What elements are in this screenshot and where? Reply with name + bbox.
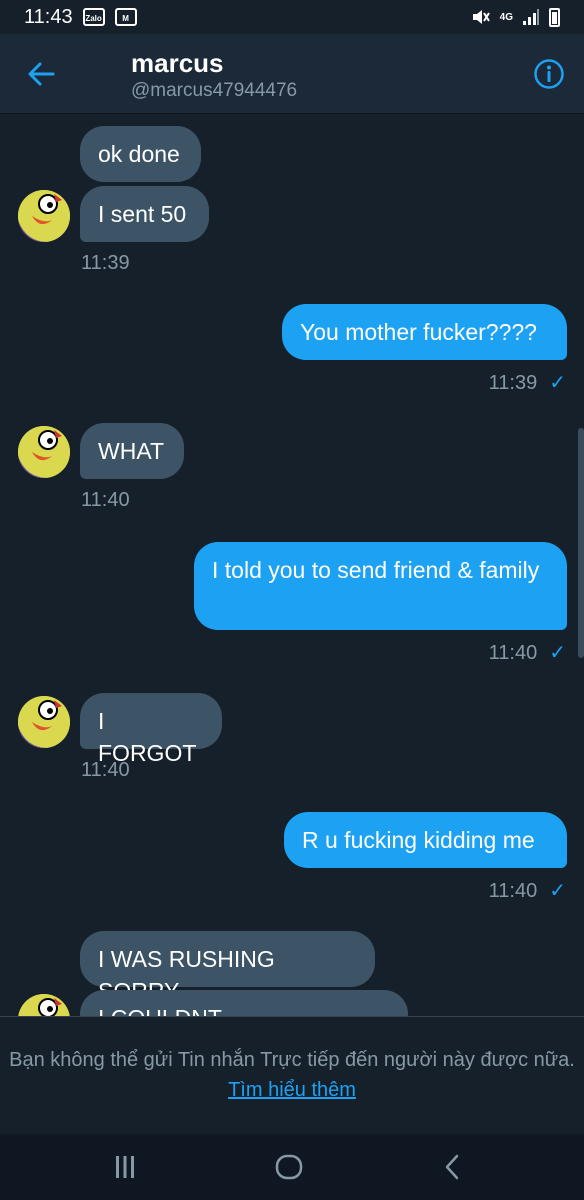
message-text: R u fucking kidding me bbox=[302, 827, 535, 853]
message-timestamp-row: 11:40 ✓ bbox=[489, 640, 566, 665]
network-type: 4G bbox=[499, 11, 513, 23]
avatar[interactable] bbox=[18, 190, 70, 242]
gmail-icon: M bbox=[114, 8, 137, 26]
avatar-image bbox=[18, 190, 70, 242]
message-timestamp: 11:39 bbox=[488, 372, 538, 394]
message-bubble-sent[interactable]: I told you to send friend & family bbox=[194, 542, 567, 630]
system-nav-bar bbox=[0, 1134, 584, 1200]
status-right: 4G bbox=[471, 7, 560, 27]
message-timestamp: 11:40 bbox=[488, 642, 538, 664]
message-timestamp: 11:40 bbox=[81, 759, 130, 781]
message-text: I COULDNT FIGNDODNGID bbox=[98, 1005, 262, 1016]
message-timestamp-row: 11:40 ✓ bbox=[489, 878, 566, 903]
read-check-icon: ✓ bbox=[549, 880, 566, 902]
contact-handle[interactable]: @marcus47944476 bbox=[131, 80, 297, 102]
message-bubble-received[interactable]: I WAS RUSHING SORRY bbox=[80, 931, 375, 1004]
message-text: I sent 50 bbox=[98, 201, 187, 227]
message-bubble-received[interactable]: I sent 50 bbox=[80, 186, 209, 242]
contact-name[interactable]: marcus bbox=[131, 48, 224, 79]
dm-disabled-notice: Bạn không thể gửi Tin nhắn Trực tiếp đến… bbox=[0, 1016, 584, 1134]
message-bubble-received[interactable]: I FORGOT bbox=[80, 693, 222, 766]
message-list[interactable]: ok done I sent 50 11:39 You mother fucke… bbox=[0, 114, 584, 1016]
message-bubble-sent[interactable]: You mother fucker???? bbox=[282, 304, 567, 360]
back-arrow-icon[interactable] bbox=[26, 59, 56, 89]
status-time: 11:43 bbox=[24, 5, 73, 28]
back-icon[interactable] bbox=[438, 1152, 468, 1182]
message-text: I FORGOT bbox=[98, 708, 197, 766]
message-bubble-received[interactable]: I COULDNT FIGNDODNGID bbox=[80, 990, 408, 1016]
mute-icon bbox=[472, 10, 490, 24]
message-text: WHAT bbox=[98, 438, 165, 464]
read-check-icon: ✓ bbox=[549, 642, 566, 664]
info-icon[interactable] bbox=[533, 58, 565, 90]
message-timestamp: 11:40 bbox=[81, 489, 130, 511]
message-timestamp-row: 11:39 ✓ bbox=[489, 370, 566, 395]
signal-icon bbox=[523, 9, 539, 25]
message-bubble-received[interactable]: ok done bbox=[80, 126, 201, 182]
notice-text: Bạn không thể gửi Tin nhắn Trực tiếp đến… bbox=[9, 1049, 575, 1071]
avatar[interactable] bbox=[18, 994, 70, 1016]
message-timestamp: 11:39 bbox=[81, 252, 130, 274]
message-text: I told you to send friend & family bbox=[212, 557, 540, 583]
learn-more-link[interactable]: Tìm hiểu thêm bbox=[228, 1079, 356, 1101]
avatar-image bbox=[18, 994, 70, 1016]
avatar-image bbox=[18, 696, 70, 748]
battery-icon bbox=[549, 7, 560, 27]
avatar[interactable] bbox=[18, 696, 70, 748]
avatar-image bbox=[18, 426, 70, 478]
avatar[interactable] bbox=[18, 426, 70, 478]
read-check-icon: ✓ bbox=[549, 372, 566, 394]
zalo-icon: Zalo bbox=[82, 8, 105, 26]
status-left: 11:43 Zalo M bbox=[24, 6, 137, 29]
conversation-header: marcus @marcus47944476 bbox=[0, 34, 584, 114]
status-bar: 11:43 Zalo M 4G bbox=[0, 0, 584, 34]
message-timestamp: 11:40 bbox=[488, 880, 538, 902]
message-text: You mother fucker???? bbox=[300, 319, 537, 345]
message-text: ok done bbox=[98, 141, 180, 167]
home-icon[interactable] bbox=[274, 1152, 304, 1182]
message-bubble-received[interactable]: WHAT bbox=[80, 423, 184, 479]
recents-icon[interactable] bbox=[110, 1152, 140, 1182]
message-bubble-sent[interactable]: R u fucking kidding me bbox=[284, 812, 567, 868]
